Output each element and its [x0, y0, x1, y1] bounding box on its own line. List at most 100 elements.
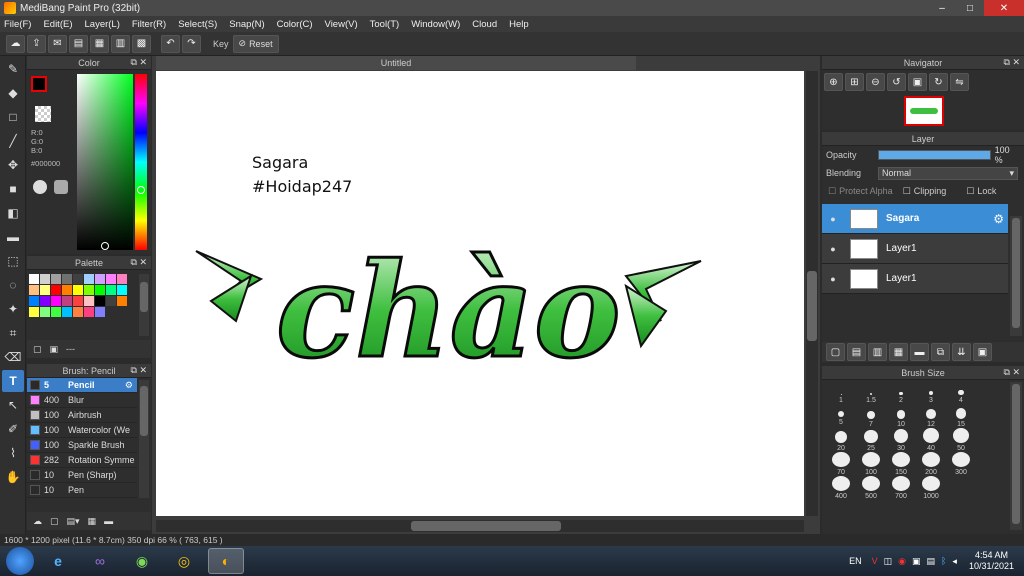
brush-item[interactable]: 100 Sparkle Brush: [27, 438, 137, 453]
dropper-tool-icon[interactable]: ✐: [2, 418, 24, 440]
clock[interactable]: 4:54 AM 10/31/2021: [969, 550, 1014, 572]
layer-row[interactable]: ● Layer1: [822, 264, 1008, 294]
brush-item[interactable]: 10 Pen (Sharp): [27, 468, 137, 483]
page-manager-icon[interactable]: ▥: [111, 34, 130, 53]
menu-color[interactable]: Color(C): [277, 19, 313, 30]
menu-layer[interactable]: Layer(L): [85, 19, 120, 30]
bucket-tool-icon[interactable]: ◧: [2, 202, 24, 224]
brush-folder-icon[interactable]: ▬: [104, 516, 113, 526]
zoom-out-icon[interactable]: ⊖: [866, 73, 885, 91]
cloud-icon[interactable]: ☁: [6, 34, 25, 53]
upload-icon[interactable]: ⇪: [27, 34, 46, 53]
brush-item[interactable]: 400 Blur: [27, 393, 137, 408]
visibility-icon[interactable]: ●: [826, 214, 840, 224]
medibang-taskbar-icon[interactable]: ◐: [208, 548, 244, 574]
color-mode-icon[interactable]: [33, 180, 47, 194]
brush-size-option[interactable]: 100: [856, 452, 886, 476]
brush-item[interactable]: 100 Airbrush: [27, 408, 137, 423]
brush-settings-icon[interactable]: ▤▾: [67, 516, 80, 527]
transparent-color[interactable]: [35, 106, 51, 122]
brush-size-option[interactable]: 15: [946, 404, 976, 428]
line-tool-icon[interactable]: ╱: [2, 130, 24, 152]
panel-close-icon[interactable]: ⧉ ✕: [131, 257, 147, 268]
palette-swatch[interactable]: [117, 285, 127, 295]
protect-alpha-checkbox[interactable]: ☐: [828, 186, 836, 197]
gear-icon[interactable]: ⚙: [125, 380, 133, 391]
brush-size-option[interactable]: 12: [916, 404, 946, 428]
saturation-value-picker[interactable]: [77, 74, 133, 250]
palette-swatch[interactable]: [73, 274, 83, 284]
brush-size-option[interactable]: 200: [916, 452, 946, 476]
brush-item[interactable]: 5 Pencil ⚙: [27, 378, 137, 393]
palette-swatch[interactable]: [62, 296, 72, 306]
picker-handle[interactable]: [101, 242, 109, 250]
visibility-icon[interactable]: ●: [826, 244, 840, 254]
reset-button[interactable]: ⊘ Reset: [232, 34, 279, 53]
lock-checkbox[interactable]: ☐: [966, 186, 974, 197]
hand-tool-icon[interactable]: ✋: [2, 466, 24, 488]
new-8bit-layer-icon[interactable]: ▥: [868, 343, 887, 361]
palette-swatch[interactable]: [51, 296, 61, 306]
zoom-in-icon[interactable]: ⊕: [824, 73, 843, 91]
panel-close-icon[interactable]: ⧉ ✕: [131, 57, 147, 68]
brush-scrollbar[interactable]: [139, 380, 149, 498]
start-button[interactable]: [6, 547, 34, 575]
move-tool-icon[interactable]: ✥: [2, 154, 24, 176]
opacity-slider[interactable]: [877, 150, 991, 160]
menu-snap[interactable]: Snap(N): [229, 19, 264, 30]
grid-icon[interactable]: ▩: [132, 34, 151, 53]
comment-icon[interactable]: ✉: [48, 34, 67, 53]
add-layer-menu-icon[interactable]: ▦: [889, 343, 908, 361]
panel-close-icon[interactable]: ⧉ ✕: [131, 365, 147, 376]
document-icon[interactable]: ▦: [90, 34, 109, 53]
brush-size-option[interactable]: 70: [826, 452, 856, 476]
rotate-right-icon[interactable]: ↻: [929, 73, 948, 91]
brush-size-option[interactable]: 1000: [916, 476, 946, 500]
palette-swatch[interactable]: [29, 274, 39, 284]
duplicate-layer-icon[interactable]: ⧉: [931, 343, 950, 361]
palette-scrollbar[interactable]: [139, 274, 149, 336]
undo-icon[interactable]: ↶: [161, 34, 180, 53]
panel-close-icon[interactable]: ⧉ ✕: [1004, 57, 1020, 68]
brush-item[interactable]: 100 Watercolor (We: [27, 423, 137, 438]
brush-item[interactable]: 282 Rotation Symme: [27, 453, 137, 468]
canvas-horizontal-scrollbar[interactable]: [156, 520, 804, 532]
hue-slider[interactable]: [135, 74, 147, 250]
brush-size-option[interactable]: 5: [826, 404, 856, 426]
fill-rect-tool-icon[interactable]: ■: [2, 178, 24, 200]
menu-filter[interactable]: Filter(R): [132, 19, 166, 30]
palette-swatch[interactable]: [106, 296, 116, 306]
blending-select[interactable]: Normal ▾: [878, 166, 1018, 180]
menu-select[interactable]: Select(S): [178, 19, 217, 30]
gear-icon[interactable]: ⚙: [993, 212, 1004, 226]
palette-swatch[interactable]: [62, 285, 72, 295]
palette-swatch[interactable]: [40, 274, 50, 284]
palette-swatch[interactable]: [73, 285, 83, 295]
rectangle-tool-icon[interactable]: □: [2, 106, 24, 128]
minimize-button[interactable]: –: [928, 0, 956, 16]
brush-size-option[interactable]: 20: [826, 428, 856, 452]
tray-app-icon[interactable]: ◫: [884, 556, 893, 567]
select-eraser-icon[interactable]: ⌫: [2, 346, 24, 368]
volume-icon[interactable]: ◂: [952, 556, 957, 567]
visibility-icon[interactable]: ●: [826, 274, 840, 284]
palette-swatch[interactable]: [51, 307, 61, 317]
palette-swatch[interactable]: [106, 274, 116, 284]
palette-swatch[interactable]: [95, 307, 105, 317]
brush-tool-icon[interactable]: ✎: [2, 58, 24, 80]
cc-cleaner-icon[interactable]: ◉: [124, 548, 160, 574]
palette-swatch[interactable]: [84, 274, 94, 284]
brush-size-option[interactable]: 700: [886, 476, 916, 500]
layer-row[interactable]: ● Layer1: [822, 234, 1008, 264]
delete-palette-icon[interactable]: ▣: [50, 344, 59, 355]
menu-window[interactable]: Window(W): [411, 19, 460, 30]
new-palette-icon[interactable]: ▢: [33, 344, 42, 355]
palette-swatch[interactable]: [73, 307, 83, 317]
palette-swatch[interactable]: [106, 285, 116, 295]
magic-wand-icon[interactable]: ✦: [2, 298, 24, 320]
brush-item[interactable]: 10 Pen: [27, 483, 137, 498]
layer-row[interactable]: ● Sagara ⚙: [822, 204, 1008, 234]
antivirus-icon[interactable]: V: [872, 556, 878, 566]
brush-size-option[interactable]: 2: [886, 382, 916, 404]
select-pen-icon[interactable]: ⌗: [2, 322, 24, 344]
